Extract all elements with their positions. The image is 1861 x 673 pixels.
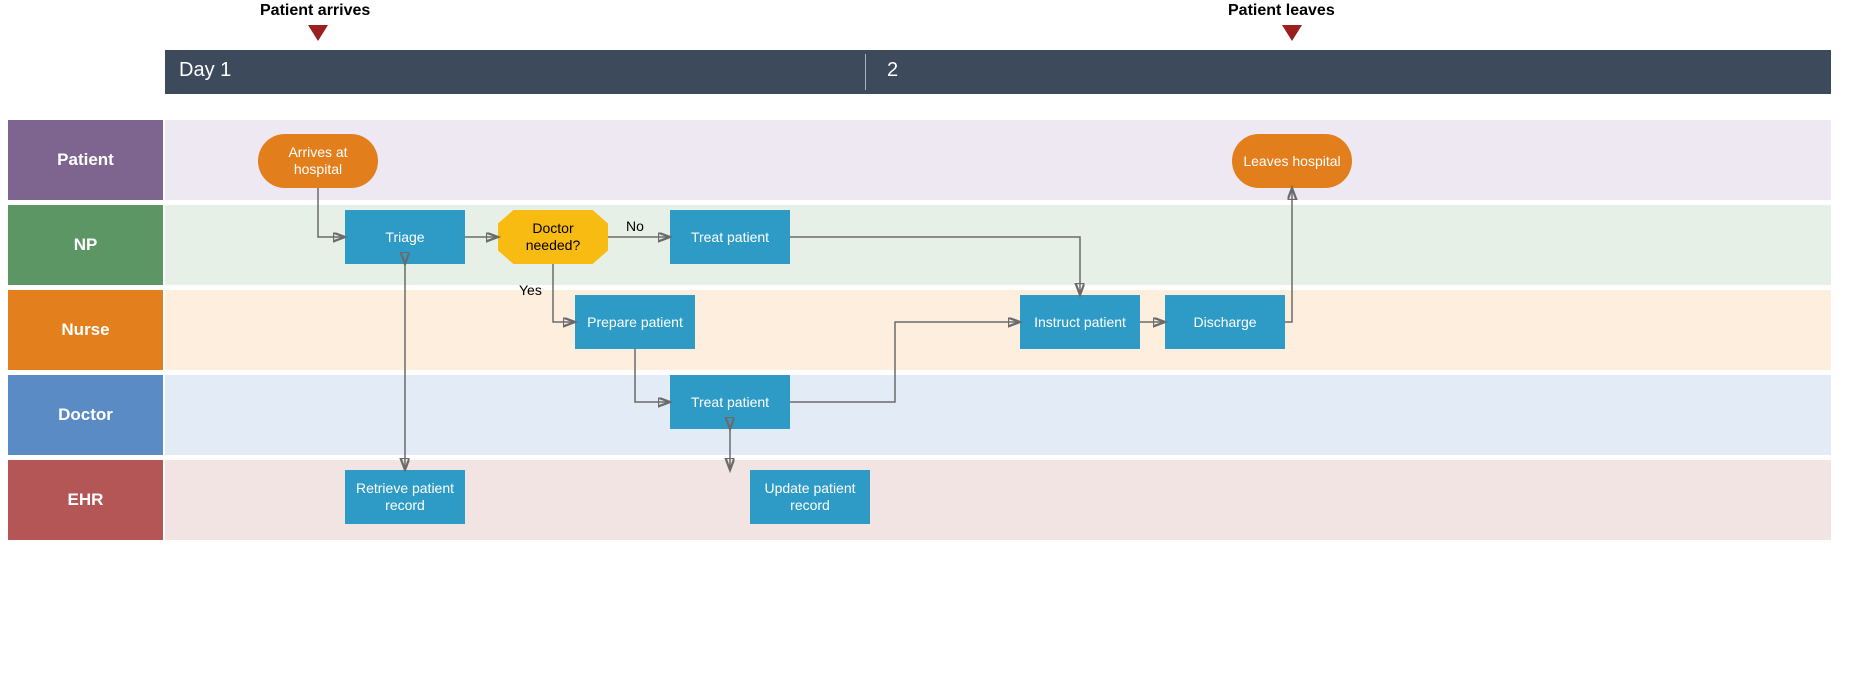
timeline-segment-day2: 2 [873,50,912,94]
node-triage[interactable]: Triage [345,210,465,264]
lane-label-doctor: Doctor [8,375,163,455]
node-instruct-patient[interactable]: Instruct patient [1020,295,1140,349]
lane-band-nurse [165,290,1831,370]
lane-label-nurse: Nurse [8,290,163,370]
timeline-marker-icon [1282,25,1302,41]
edge-label-no: No [626,218,644,234]
lane-label-ehr: EHR [8,460,163,540]
lane-label-patient: Patient [8,120,163,200]
lane-label-np: NP [8,205,163,285]
timeline-bar: Day 1 2 [165,50,1831,94]
lane-band-doctor [165,375,1831,455]
lane-band-patient [165,120,1831,200]
timeline-marker-icon [308,25,328,41]
node-prepare-patient[interactable]: Prepare patient [575,295,695,349]
node-discharge[interactable]: Discharge [1165,295,1285,349]
node-treat-patient-np[interactable]: Treat patient [670,210,790,264]
node-doctor-needed-decision[interactable]: Doctor needed? [498,210,608,264]
timeline-day-divider [865,54,866,90]
node-treat-patient-doctor[interactable]: Treat patient [670,375,790,429]
timeline-marker-label-arrives: Patient arrives [260,2,370,20]
timeline-segment-day1: Day 1 [165,50,245,94]
edge-label-yes: Yes [519,282,542,298]
node-retrieve-patient-record[interactable]: Retrieve patient record [345,470,465,524]
node-leaves-hospital[interactable]: Leaves hospital [1232,134,1352,188]
node-update-patient-record[interactable]: Update patient record [750,470,870,524]
timeline-marker-label-leaves: Patient leaves [1228,2,1335,20]
node-arrives-at-hospital[interactable]: Arrives at hospital [258,134,378,188]
